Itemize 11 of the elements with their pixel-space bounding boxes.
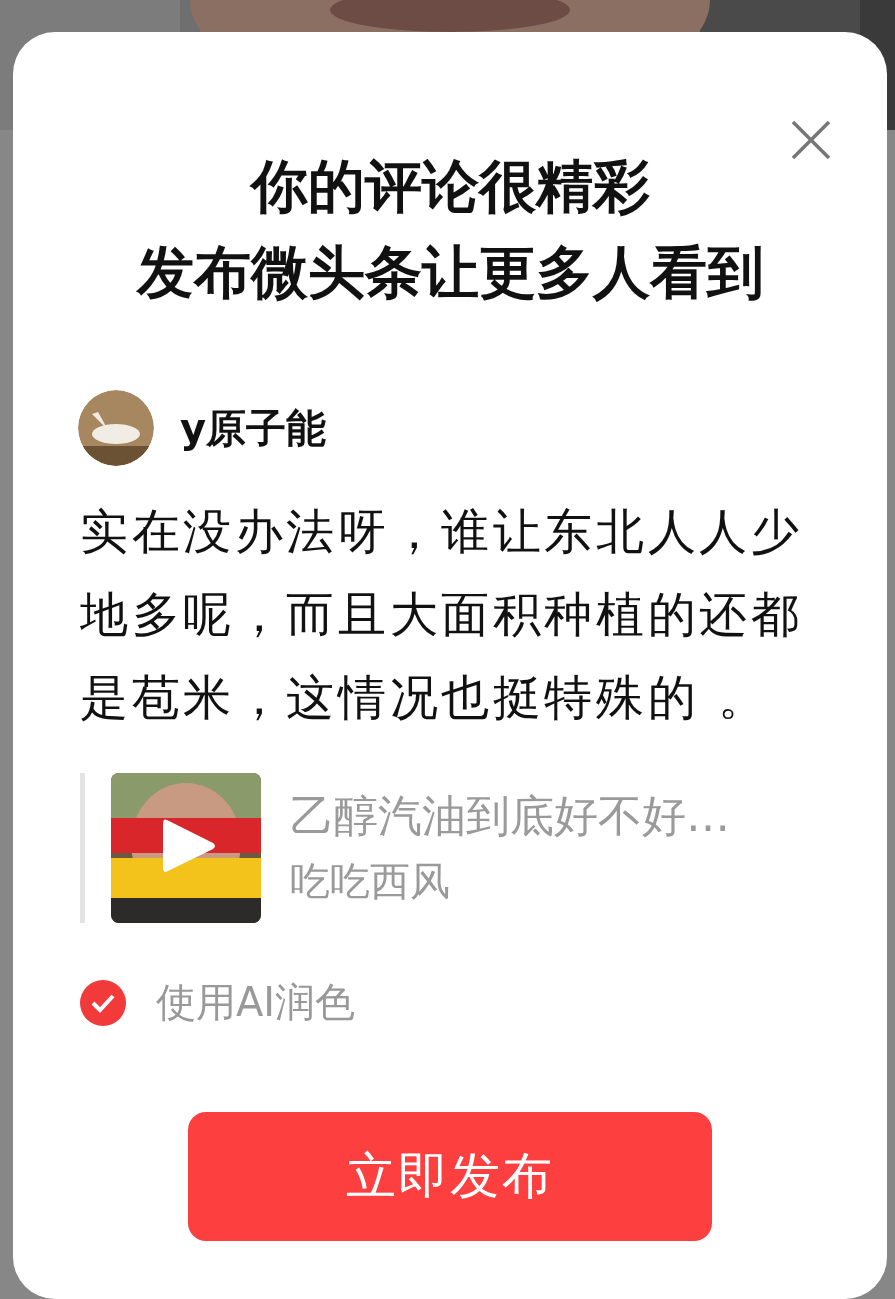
checkbox-label: 使用AI润色 <box>156 978 356 1027</box>
comment-text: 实在没办法呀，谁让东北人人少地多呢，而且大面积种植的还都是苞米，这情况也挺特殊的 。 <box>80 502 804 727</box>
dialog-title: 发布微头条让更多人看到 <box>136 238 764 307</box>
checkbox[interactable] <box>80 979 126 1026</box>
user-name: y原子能 <box>180 403 327 453</box>
close-icon[interactable] <box>791 120 831 160</box>
publish-button[interactable]: 立即发布 <box>188 1112 712 1241</box>
dialog-title: 你的评论很精彩 <box>250 152 650 221</box>
video-author: 吃吃西风 <box>290 857 451 906</box>
avatar-icon <box>78 390 154 466</box>
video-title[interactable]: 乙醇汽油到底好不好… <box>290 787 730 846</box>
